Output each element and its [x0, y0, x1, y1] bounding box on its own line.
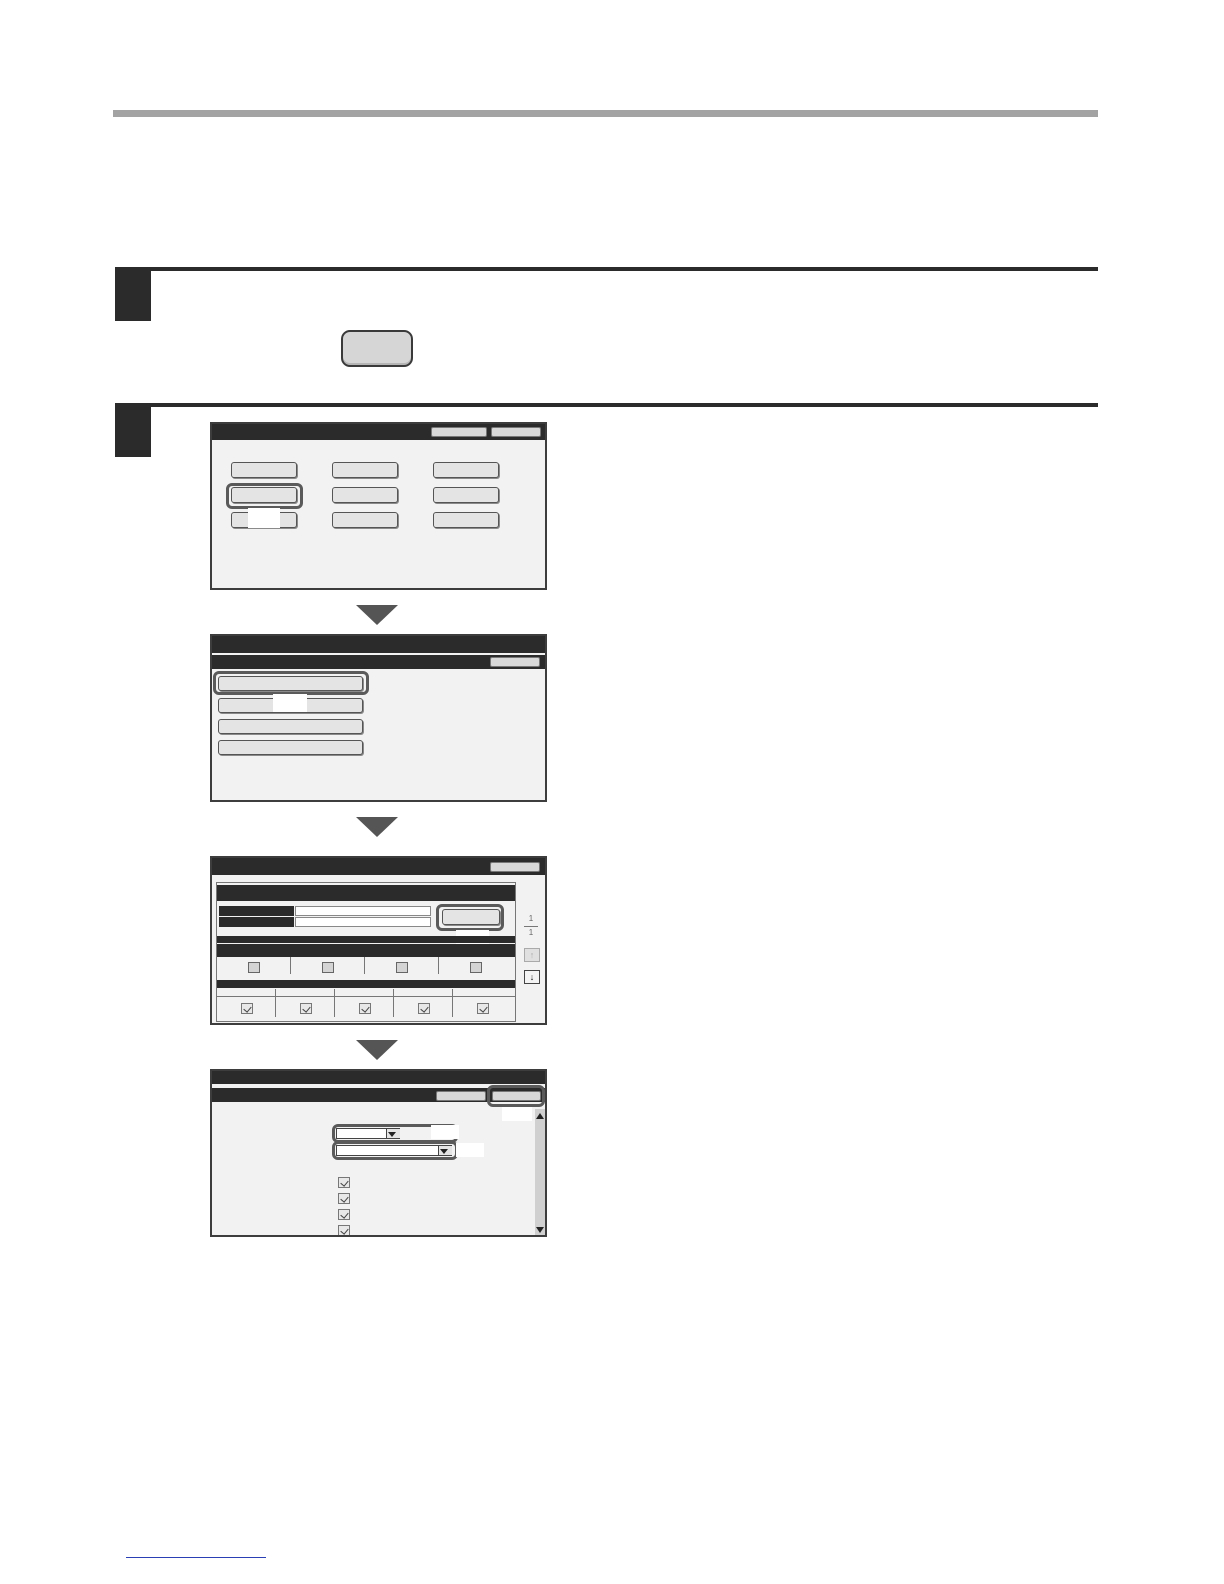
- checkmark-icon[interactable]: [300, 1003, 312, 1014]
- screen-2-toolbar-button[interactable]: [490, 657, 540, 667]
- checkmark-icon[interactable]: [338, 1209, 350, 1220]
- screen-4-toolbar-button-1[interactable]: [436, 1091, 486, 1101]
- down-arrow-icon: [356, 605, 398, 625]
- section-header-1: [217, 936, 515, 943]
- step-2-text: [580, 420, 1080, 450]
- scrollbar[interactable]: [535, 1109, 545, 1235]
- menu-button-r2c2[interactable]: [332, 487, 398, 503]
- callout-label-6: [456, 1143, 484, 1157]
- highlight-change-button: [436, 904, 504, 931]
- callout-label-1: [248, 508, 280, 528]
- step-2-marker: [115, 407, 151, 457]
- screen-1-toolbar-button-2[interactable]: [491, 427, 541, 437]
- highlight-submit-button: [487, 1085, 545, 1107]
- screen-1-toolbar-button-1[interactable]: [431, 427, 487, 437]
- page-indicator-current: 1: [528, 914, 534, 923]
- checkbox-1[interactable]: [248, 962, 260, 973]
- checkbox-4[interactable]: [470, 962, 482, 973]
- operation-key-button[interactable]: [341, 330, 413, 367]
- menu-button-r1c3[interactable]: [433, 462, 499, 478]
- step-2-rule: [115, 403, 1098, 407]
- scroll-up-icon[interactable]: [536, 1113, 544, 1119]
- screen-4-title-bar: [212, 1071, 545, 1084]
- step-1-rule: [115, 267, 1098, 271]
- menu-button-r2c3[interactable]: [433, 487, 499, 503]
- scroll-down-icon[interactable]: ↓: [524, 970, 540, 984]
- scroll-down-icon[interactable]: [536, 1227, 544, 1233]
- info-row-1-label: [219, 906, 294, 916]
- menu-button-r3c3[interactable]: [433, 512, 499, 528]
- screen-3-detail: 1 1 ↑ ↓: [210, 856, 547, 1025]
- step-1-marker: [115, 271, 151, 321]
- page-indicator-total: 1: [528, 928, 534, 937]
- down-arrow-icon: [356, 817, 398, 837]
- highlight-list-item-1: [213, 671, 369, 695]
- scroll-up-icon[interactable]: ↑: [524, 948, 540, 962]
- checkmark-icon[interactable]: [477, 1003, 489, 1014]
- checkmark-icon[interactable]: [359, 1003, 371, 1014]
- screen-2-title-bar: [212, 636, 545, 653]
- checkmark-icon[interactable]: [338, 1225, 350, 1235]
- down-arrow-icon: [356, 1040, 398, 1060]
- highlight-select-2: [332, 1141, 458, 1160]
- info-row-1-value: [295, 906, 431, 916]
- column-headers-1: [217, 944, 515, 957]
- step-1-text: [170, 280, 1070, 310]
- checkmark-icon[interactable]: [338, 1177, 350, 1188]
- menu-button-r3c2[interactable]: [332, 512, 398, 528]
- callout-label-2: [273, 694, 307, 712]
- header-rule: [113, 110, 1098, 117]
- section-header-2: [217, 980, 515, 988]
- menu-button-r1c2[interactable]: [332, 462, 398, 478]
- checkbox-2[interactable]: [322, 962, 334, 973]
- screen-3-panel-header: [217, 885, 515, 901]
- info-row-2-label: [219, 917, 294, 927]
- checkbox-3[interactable]: [396, 962, 408, 973]
- list-item-3[interactable]: [218, 719, 363, 734]
- highlight-selected-menu-button: [226, 483, 303, 509]
- screen-4-edit: [210, 1069, 547, 1237]
- checkmark-icon[interactable]: [241, 1003, 253, 1014]
- screen-2-list: [210, 634, 547, 802]
- footer-link[interactable]: [126, 1557, 266, 1558]
- screen-1-system-settings: [210, 422, 547, 590]
- checkmark-icon[interactable]: [338, 1193, 350, 1204]
- callout-label-5: [431, 1125, 459, 1139]
- page-indicator-divider: [524, 926, 538, 927]
- menu-button-r1c1[interactable]: [231, 462, 297, 478]
- info-row-2-value: [295, 917, 431, 927]
- callout-label-4: [502, 1107, 532, 1121]
- list-item-4[interactable]: [218, 740, 363, 755]
- checkmark-icon[interactable]: [418, 1003, 430, 1014]
- screen-3-toolbar-button[interactable]: [490, 862, 540, 872]
